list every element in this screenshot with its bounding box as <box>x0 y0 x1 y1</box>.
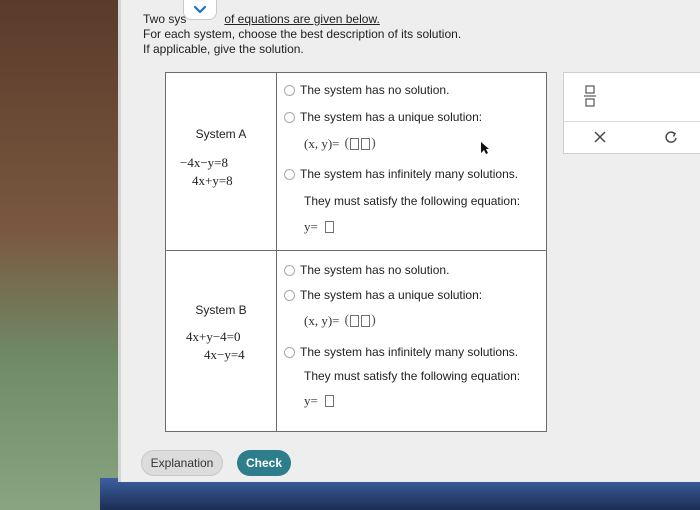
open-paren: ( <box>344 313 350 328</box>
close-paren: ) <box>371 313 376 328</box>
system-b-options: The system has no solution. The system h… <box>278 251 546 431</box>
option-label: The system has infinitely many solutions… <box>300 167 519 181</box>
system-a-equations: System A −4x−y=8 4x+y=8 <box>166 73 277 250</box>
desktop-taskbar-area <box>100 478 700 510</box>
system-a-unique-answer: (x, y)= ( ) <box>304 136 376 152</box>
system-b-row: System B 4x+y−4=0 4x−y=4 The system has … <box>166 251 546 431</box>
radio-button[interactable] <box>284 84 295 96</box>
check-button[interactable]: Check <box>237 450 291 476</box>
equation-answer-box[interactable] <box>324 395 334 407</box>
system-b-infinite-subtext: They must satisfy the following equation… <box>304 369 521 383</box>
option-label: The system has infinitely many solutions… <box>300 345 519 359</box>
explanation-button[interactable]: Explanation <box>141 450 223 476</box>
radio-button[interactable] <box>284 289 295 301</box>
system-b-title: System B <box>195 303 247 317</box>
math-tools-panel <box>563 72 700 154</box>
system-a-infinite-subtext: They must satisfy the following equation… <box>304 194 521 208</box>
question-screen: Two sys of equations are given below. For… <box>118 0 700 482</box>
x-answer-box[interactable] <box>350 138 360 150</box>
option-label: The system has no solution. <box>300 83 450 97</box>
system-b-option-unique[interactable]: The system has a unique solution: <box>284 288 482 302</box>
prompt-line3: If applicable, give the solution. <box>143 42 304 56</box>
radio-button[interactable] <box>284 264 295 276</box>
system-a-infinite-answer: y= <box>304 219 335 235</box>
option-label: The system has no solution. <box>300 263 450 277</box>
system-a-title: System A <box>195 127 247 141</box>
chevron-down-icon <box>193 5 207 13</box>
prompt-line1-start: Two sys <box>143 12 187 26</box>
system-a-option-no-solution[interactable]: The system has no solution. <box>284 83 449 97</box>
radio-button[interactable] <box>284 346 295 358</box>
system-b-equations: System B 4x+y−4=0 4x−y=4 <box>166 251 277 431</box>
y-label: y= <box>304 393 318 408</box>
y-label: y= <box>304 219 318 234</box>
system-a-options: The system has no solution. The system h… <box>278 73 546 250</box>
prompt-line1-end: of equations are given below. <box>224 12 380 26</box>
prompt-line2: For each system, choose the best descrip… <box>143 27 462 41</box>
systems-table: System A −4x−y=8 4x+y=8 The system has n… <box>165 72 547 432</box>
system-b-equation-1: 4x+y−4=0 <box>186 329 241 344</box>
system-a-option-unique[interactable]: The system has a unique solution: <box>284 110 482 124</box>
open-paren: ( <box>344 136 350 151</box>
system-a-option-infinite[interactable]: The system has infinitely many solutions… <box>284 167 518 181</box>
background-left <box>0 0 120 510</box>
system-a-equation-1: −4x−y=8 <box>180 155 228 170</box>
system-a-equation-2: 4x+y=8 <box>192 173 233 188</box>
system-b-unique-answer: (x, y)= ( ) <box>304 313 376 329</box>
option-label: The system has a unique solution: <box>300 110 483 124</box>
equation-answer-box[interactable] <box>324 221 334 233</box>
system-b-option-no-solution[interactable]: The system has no solution. <box>284 263 449 277</box>
system-b-infinite-answer: y= <box>304 393 335 409</box>
close-paren: ) <box>371 136 376 151</box>
cursor-icon <box>481 142 489 154</box>
option-label: The system has a unique solution: <box>300 288 483 302</box>
system-b-equation-2: 4x−y=4 <box>204 347 245 362</box>
system-b-option-infinite[interactable]: The system has infinitely many solutions… <box>284 345 518 359</box>
radio-button[interactable] <box>284 168 295 180</box>
system-a-row: System A −4x−y=8 4x+y=8 The system has n… <box>166 73 546 251</box>
panel-divider <box>564 121 700 122</box>
y-answer-box[interactable] <box>361 315 371 327</box>
x-answer-box[interactable] <box>350 315 360 327</box>
x-icon[interactable] <box>594 131 606 147</box>
xy-label: (x, y)= <box>304 313 340 328</box>
xy-label: (x, y)= <box>304 136 340 151</box>
radio-button[interactable] <box>284 111 295 123</box>
fraction-icon[interactable] <box>584 85 596 111</box>
undo-icon[interactable] <box>664 130 678 148</box>
y-answer-box[interactable] <box>361 138 371 150</box>
collapse-tab[interactable] <box>183 0 217 20</box>
